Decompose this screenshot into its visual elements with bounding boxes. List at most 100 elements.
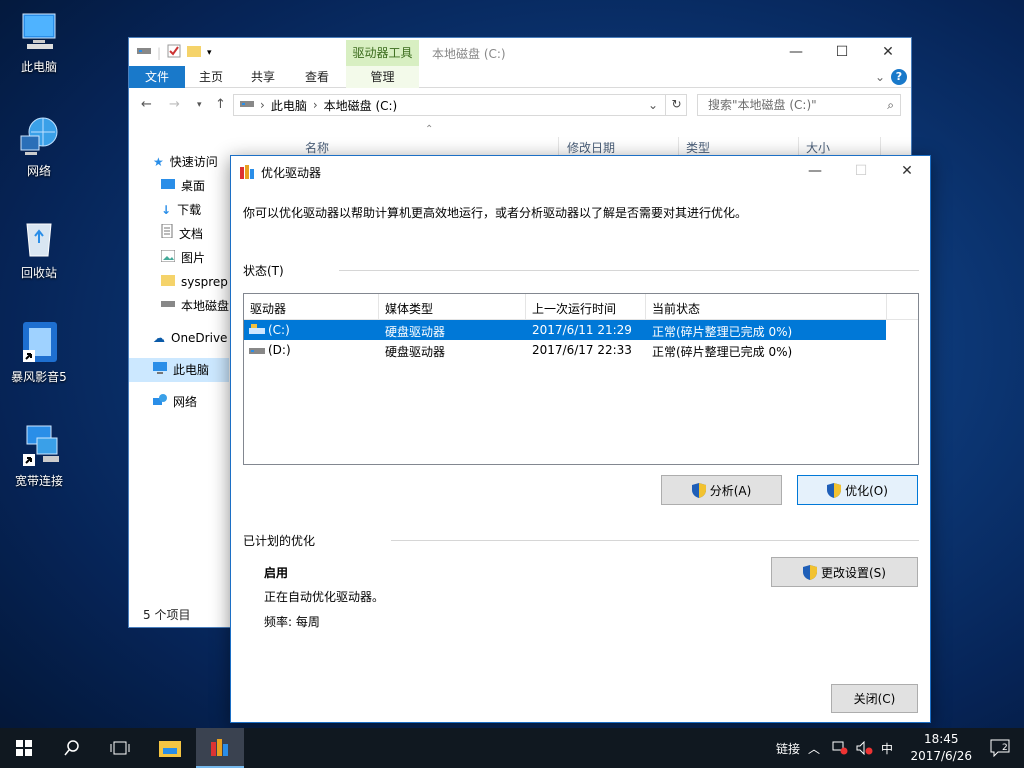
search-button[interactable] [48,728,96,768]
minimize-button[interactable]: — [773,38,819,66]
desktop-icon-baofeng[interactable]: 暴风影音5 [4,320,74,385]
tab-manage[interactable]: 管理 [346,66,419,88]
properties-icon[interactable] [167,44,181,61]
tab-file[interactable]: 文件 [129,66,185,88]
nav-item-local-disk[interactable]: 本地磁盘 [129,294,229,318]
drives-list-header: 驱动器 媒体类型 上一次运行时间 当前状态 [244,294,918,320]
volume-icon[interactable] [856,728,874,768]
nav-item-label: 快速访问 [169,155,218,169]
action-center-flag-icon[interactable] [832,728,848,768]
chevron-right-icon[interactable]: › [260,98,265,112]
input-method-indicator[interactable]: 中 [881,728,893,768]
explorer-titlebar[interactable]: | ▾ 驱动器工具 本地磁盘 (C:) — ☐ ✕ [129,38,911,66]
optimize-drives-dialog: 优化驱动器 — ☐ ✕ 你可以优化驱动器以帮助计算机更高效地运行，或者分析驱动器… [230,155,931,723]
nav-item-documents[interactable]: 文档 [129,222,229,246]
collapse-ribbon-icon[interactable]: ⌄ [875,70,885,84]
nav-item-this-pc[interactable]: 此电脑 [129,358,229,382]
close-button[interactable]: ✕ [865,38,911,66]
nav-item-quick-access[interactable]: ★ 快速访问 [129,150,229,174]
taskbar-optimize-drives[interactable] [196,728,244,768]
schedule-description: 正在自动优化驱动器。 [264,590,385,604]
nav-item-network[interactable]: 网络 [129,390,229,414]
optimize-button[interactable]: 优化(O) [797,475,918,505]
nav-item-label: 此电脑 [173,363,210,377]
windows-logo-icon [16,740,32,756]
desktop-icon-broadband[interactable]: 宽带连接 [4,424,74,489]
chevron-down-icon[interactable]: ⌄ [648,98,658,112]
minimize-button[interactable]: — [792,156,838,186]
help-icon[interactable]: ? [891,69,907,85]
desktop-icon-label: 网络 [26,164,51,178]
desktop-icon-label: 暴风影音5 [11,370,67,384]
search-icon [64,740,79,756]
window-title: 本地磁盘 (C:) [432,47,506,61]
recent-locations-icon[interactable]: ▾ [197,100,202,110]
desktop-icon-label: 回收站 [20,266,57,280]
tab-share[interactable]: 共享 [239,66,287,88]
column-header-last-run[interactable]: 上一次运行时间 [532,300,616,317]
desktop-icon-recycle-bin[interactable]: 回收站 [4,216,74,281]
folder-icon [161,270,175,294]
last-run-cell: 2017/6/11 21:29 [532,323,632,337]
show-hidden-icons-icon[interactable]: ︿ [808,728,820,768]
table-row[interactable]: (D:) 硬盘驱动器 2017/6/17 22:33 正常(碎片整理已完成 0%… [244,340,918,360]
computer-icon [153,358,167,382]
divider [391,540,919,541]
nav-item-sysprep[interactable]: sysprep [129,270,229,294]
task-view-button[interactable] [96,728,144,768]
close-button[interactable]: ✕ [884,156,930,186]
table-row[interactable]: (C:) 硬盘驱动器 2017/6/11 21:29 正常(碎片整理已完成 0%… [244,320,886,340]
separator: | [157,45,162,60]
nav-item-label: 本地磁盘 [181,299,230,313]
forward-arrow-icon[interactable]: → [169,97,180,112]
ribbon-tabs: 文件 主页 共享 查看 管理 ⌄ ? [129,66,911,88]
navigation-pane: ★ 快速访问 桌面 ↓ 下载 文档 图片 sysprep 本地磁盘 ☁ OneD… [129,150,229,414]
system-clock[interactable]: 18:45 2017/6/26 [910,731,972,765]
divider [339,270,919,271]
nav-item-desktop[interactable]: 桌面 [129,174,229,198]
media-cell: 硬盘驱动器 [385,345,446,359]
customize-toolbar-icon[interactable]: ▾ [207,48,212,58]
column-header-drive[interactable]: 驱动器 [250,300,286,317]
dialog-title: 优化驱动器 [261,166,322,180]
search-input[interactable]: 搜索"本地磁盘 (C:)" ⌕ [697,94,901,116]
notifications-button[interactable]: 2 [976,728,1024,768]
sort-ascending-icon: ⌃ [425,124,434,135]
nav-item-downloads[interactable]: ↓ 下载 [129,198,229,222]
column-separator [645,294,646,320]
refresh-icon[interactable]: ↻ [665,94,687,116]
search-icon[interactable]: ⌕ [887,95,894,115]
dialog-titlebar[interactable]: 优化驱动器 — ☐ ✕ [231,156,930,186]
maximize-button[interactable]: ☐ [819,38,865,66]
nav-item-pictures[interactable]: 图片 [129,246,229,270]
uac-shield-icon [827,482,842,498]
analyze-button[interactable]: 分析(A) [661,475,782,505]
new-folder-icon[interactable] [187,44,202,61]
close-dialog-button[interactable]: 关闭(C) [831,684,918,713]
up-arrow-icon[interactable]: ↑ [215,97,226,112]
nav-item-label: 文档 [179,227,204,241]
drives-list[interactable]: 驱动器 媒体类型 上一次运行时间 当前状态 (C:) 硬盘驱动器 2017/6/… [243,293,919,465]
drive-cell: (C:) [268,323,290,337]
button-label: 优化(O) [845,483,888,498]
address-bar[interactable]: › 此电脑 › 本地磁盘 (C:) ⌄ [233,94,687,116]
taskbar-file-explorer[interactable] [146,728,194,768]
desktop-icon-this-pc[interactable]: 此电脑 [4,10,74,75]
back-arrow-icon[interactable]: ← [141,97,152,112]
nav-item-label: 下载 [177,203,202,217]
links-toolbar[interactable]: 链接 [776,728,800,768]
column-header-media[interactable]: 媒体类型 [385,300,433,317]
breadcrumb-this-pc[interactable]: 此电脑 [271,97,307,114]
tab-view[interactable]: 查看 [293,66,341,88]
drive-icon [137,45,151,60]
breadcrumb-current[interactable]: 本地磁盘 (C:) [324,97,398,114]
desktop-icon-network[interactable]: 网络 [4,114,74,179]
chevron-right-icon[interactable]: › [313,98,318,112]
uac-shield-icon [691,482,706,498]
tab-home[interactable]: 主页 [187,66,235,88]
picture-icon [160,246,176,270]
nav-item-onedrive[interactable]: ☁ OneDrive [129,326,229,350]
start-button[interactable] [0,728,48,768]
column-header-state[interactable]: 当前状态 [652,300,700,317]
change-settings-button[interactable]: 更改设置(S) [771,557,918,587]
